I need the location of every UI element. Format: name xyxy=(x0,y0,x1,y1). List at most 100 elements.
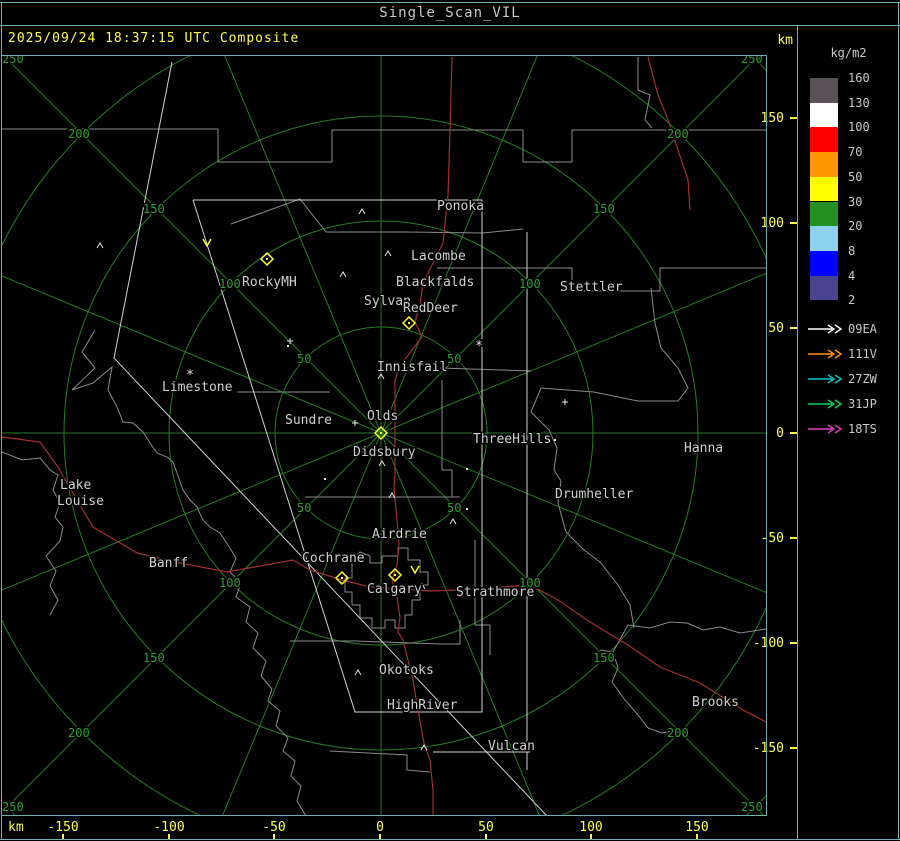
window-title: Single_Scan_VIL xyxy=(379,5,521,21)
ring-distance-label: 50 xyxy=(297,501,311,515)
radar-id-label: 31JP xyxy=(848,397,877,411)
ring-distance-label: 250 xyxy=(741,800,763,814)
radar-site-center-dot xyxy=(394,574,396,576)
town-asterisk-marker: * xyxy=(475,339,483,354)
city-label: Stettler xyxy=(560,280,623,295)
radar-legend-row: 31JP xyxy=(798,396,898,412)
city-label: RockyMH xyxy=(242,275,297,290)
city-label: Limestone xyxy=(162,380,233,395)
city-label: Vulcan xyxy=(488,739,535,754)
legend-threshold-label: 8 xyxy=(848,243,856,258)
ring-distance-label: 100 xyxy=(519,277,541,291)
city-label: Lacombe xyxy=(411,249,466,264)
radar-legend-row: 18TS xyxy=(798,421,898,437)
radar-site-center-dot xyxy=(266,258,268,260)
legend-color-box xyxy=(810,250,838,276)
ring-distance-label: 200 xyxy=(68,726,90,740)
radar-arrow-icon xyxy=(808,399,843,409)
right-axis-tick xyxy=(790,327,797,329)
ring-distance-label: 100 xyxy=(219,576,241,590)
city-label: Louise xyxy=(57,494,104,509)
city-label: Banff xyxy=(149,556,188,571)
right-axis-tick xyxy=(790,537,797,539)
right-axis-tick-label: -150 xyxy=(753,741,784,756)
right-axis-tick-label: -50 xyxy=(761,531,784,546)
legend-threshold-label: 70 xyxy=(848,145,863,160)
radar-site-center-dot xyxy=(341,577,343,579)
radar-arrow-icon xyxy=(808,374,843,384)
right-axis-tick xyxy=(790,117,797,119)
city-label: HighRiver xyxy=(387,698,458,713)
right-axis-tick-label: 100 xyxy=(761,216,784,231)
city-label: Hanna xyxy=(684,441,723,456)
bottom-axis-tick-label: 50 xyxy=(478,820,494,835)
town-dot-marker xyxy=(287,345,289,347)
legend-threshold-label: 100 xyxy=(848,120,870,135)
radar-legend-row: 111V xyxy=(798,346,898,362)
city-label: Blackfalds xyxy=(396,275,474,290)
city-label: Okotoks xyxy=(379,663,434,678)
city-label: Strathmore xyxy=(456,585,534,600)
city-label: Sundre xyxy=(285,413,332,428)
ring-distance-label: 50 xyxy=(447,352,461,366)
radar-arrow-icon xyxy=(808,424,843,434)
map-viewport[interactable]: 5010015020025050100150200250501001502002… xyxy=(0,0,900,841)
city-label: RedDeer xyxy=(403,301,458,316)
radar-id-label: 111V xyxy=(848,347,877,361)
ring-distance-label: 200 xyxy=(68,127,90,141)
bottom-axis-tick-label: -150 xyxy=(47,820,78,835)
radar-arrow-icon xyxy=(808,349,843,359)
ring-distance-label: 250 xyxy=(741,52,763,66)
legend-color-box xyxy=(810,78,838,103)
legend-color-box xyxy=(810,102,838,128)
ring-distance-label: 200 xyxy=(667,726,689,740)
bottom-axis-unit-label: km xyxy=(8,820,24,835)
ring-distance-label: 200 xyxy=(667,127,689,141)
ring-distance-label: 50 xyxy=(297,352,311,366)
ring-distance-label: 150 xyxy=(593,202,615,216)
legend-color-box xyxy=(810,226,838,251)
radar-site-center-dot xyxy=(408,322,410,324)
legend-threshold-label: 50 xyxy=(848,169,863,184)
radar-display: 5010015020025050100150200250501001502002… xyxy=(0,0,900,841)
town-dot-marker xyxy=(466,468,468,470)
ring-distance-label: 50 xyxy=(447,501,461,515)
right-axis-tick-label: 150 xyxy=(761,111,784,126)
legend-color-box xyxy=(810,275,838,301)
right-axis-tick xyxy=(790,642,797,644)
scan-timestamp: 2025/09/24 18:37:15 UTC Composite xyxy=(8,31,300,46)
legend-panel: kg/m2 160 130 100 70 50 30 20 8 4 2 09EA 111V 27ZW 31… xyxy=(798,26,899,840)
city-label: Airdrie xyxy=(372,527,427,542)
radar-legend-row: 09EA xyxy=(798,321,898,337)
city-label: Innisfail xyxy=(377,360,447,375)
legend-color-box xyxy=(810,127,838,153)
legend-threshold-label: 2 xyxy=(848,293,856,308)
ring-distance-label: 100 xyxy=(219,277,241,291)
city-label: Olds xyxy=(367,409,398,424)
right-axis-tick xyxy=(790,432,797,434)
legend-color-box xyxy=(810,152,838,177)
right-axis-tick xyxy=(790,747,797,749)
city-label: Ponoka xyxy=(437,199,484,214)
radar-id-label: 27ZW xyxy=(848,372,877,386)
legend-threshold-label: 30 xyxy=(848,194,863,209)
radar-id-label: 09EA xyxy=(848,322,877,336)
city-label: Drumheller xyxy=(555,487,633,502)
radar-id-label: 18TS xyxy=(848,422,877,436)
ring-distance-label: 150 xyxy=(593,651,615,665)
right-axis-tick-label: 50 xyxy=(768,321,784,336)
city-label: Didsbury xyxy=(353,445,416,460)
ring-distance-label: 150 xyxy=(143,202,165,216)
legend-threshold-label: 20 xyxy=(848,219,863,234)
town-dot-marker xyxy=(324,478,326,480)
radar-arrow-icon xyxy=(808,324,843,334)
city-label: Cochrane xyxy=(302,551,365,566)
bottom-axis-tick-label: -50 xyxy=(262,820,285,835)
radar-legend-row: 27ZW xyxy=(798,371,898,387)
bottom-axis-tick-label: 150 xyxy=(685,820,708,835)
city-label: ThreeHills xyxy=(473,432,551,447)
city-label: Lake xyxy=(60,478,91,493)
right-axis-tick-label: 0 xyxy=(776,426,784,441)
city-label: Calgary xyxy=(367,582,422,597)
city-label: Brooks xyxy=(692,695,739,710)
